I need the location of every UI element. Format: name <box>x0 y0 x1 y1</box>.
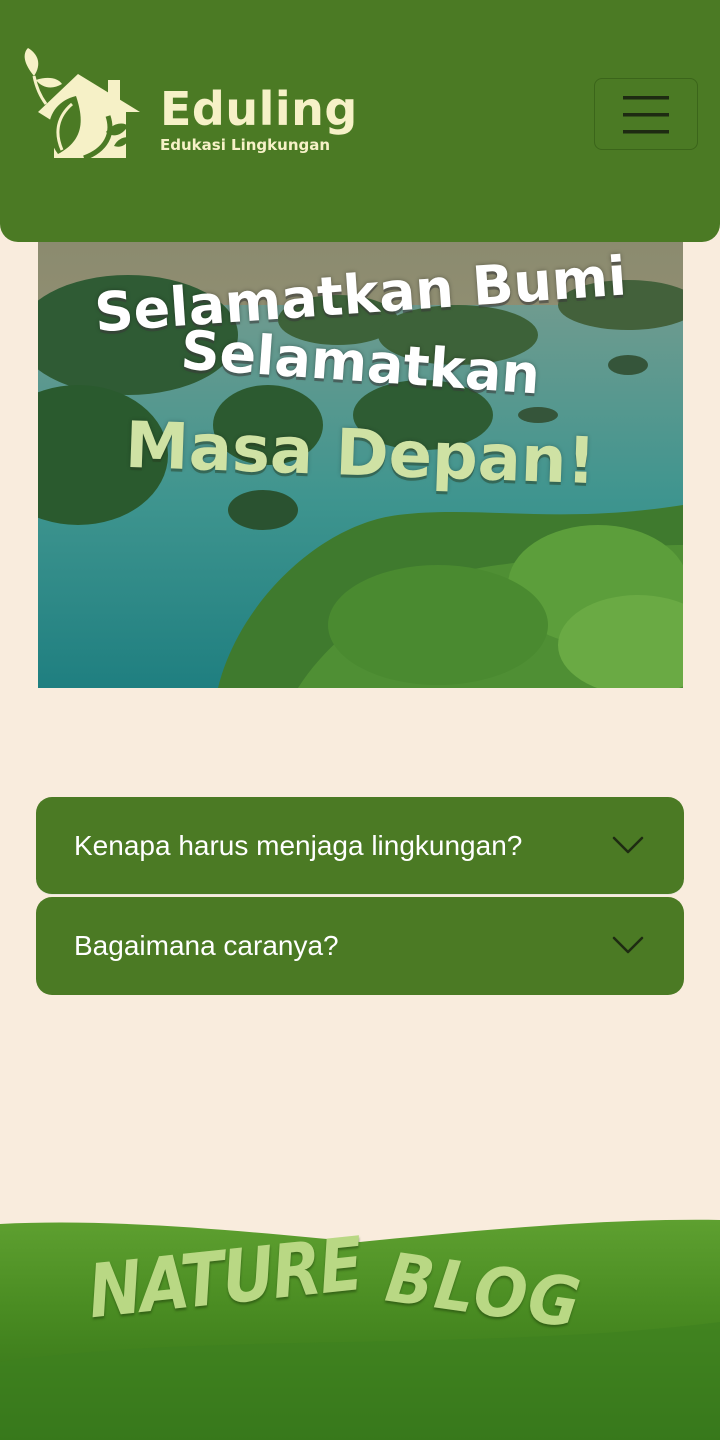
faq-item-why[interactable]: Kenapa harus menjaga lingkungan? <box>36 797 684 895</box>
faq-question: Kenapa harus menjaga lingkungan? <box>74 830 523 861</box>
app-header: Eduling Edukasi Lingkungan <box>0 0 720 242</box>
faq-item-how[interactable]: Bagaimana caranya? <box>36 897 684 995</box>
chevron-down-icon[interactable] <box>612 835 644 855</box>
house-leaf-logo-icon[interactable] <box>14 46 144 161</box>
faq-question: Bagaimana caranya? <box>74 930 339 961</box>
brand-name[interactable]: Eduling <box>160 82 358 136</box>
footer-banner: NATURE BLOG <box>0 1212 720 1440</box>
menu-button[interactable] <box>594 78 698 150</box>
chevron-down-icon[interactable] <box>612 935 644 955</box>
brand-tagline: Edukasi Lingkungan <box>160 136 331 154</box>
hero-banner: Selamatkan Bumi Selamatkan Masa Depan! <box>38 225 683 688</box>
faq-accordion: Kenapa harus menjaga lingkungan? Bagaima… <box>36 797 684 997</box>
hamburger-menu-icon <box>623 96 669 134</box>
